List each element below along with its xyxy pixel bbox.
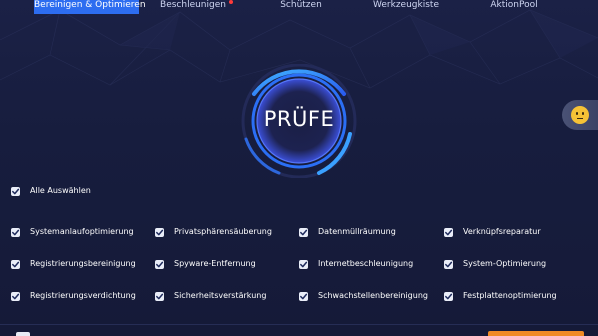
notification-badge-icon bbox=[229, 0, 233, 4]
checkmark-icon bbox=[300, 261, 308, 268]
option-item[interactable]: Systemanlaufoptimierung bbox=[11, 227, 151, 239]
checkbox[interactable] bbox=[155, 260, 164, 269]
tab-label: AktionPool bbox=[490, 0, 538, 10]
option-item[interactable]: Privatsphärensäuberung bbox=[155, 227, 295, 239]
option-label: System-Optimierung bbox=[463, 259, 547, 268]
checkbox[interactable] bbox=[11, 292, 20, 301]
option-label: Datenmüllräumung bbox=[318, 227, 396, 236]
checkmark-icon bbox=[12, 293, 20, 300]
checkmark-icon bbox=[12, 188, 20, 195]
checkmark-icon bbox=[156, 261, 164, 268]
scan-widget: PRÜFE bbox=[234, 64, 364, 178]
option-item[interactable]: Registrierungsverdichtung bbox=[11, 291, 151, 303]
option-item[interactable]: Festplattenoptimierung bbox=[444, 291, 584, 303]
checkmark-icon bbox=[156, 293, 164, 300]
option-label: Spyware-Entfernung bbox=[174, 259, 256, 268]
checkmark-icon bbox=[300, 293, 308, 300]
checkbox[interactable] bbox=[299, 292, 308, 301]
checkmark-icon bbox=[12, 261, 20, 268]
tab-speed-up[interactable]: Beschleunigen bbox=[158, 0, 228, 14]
select-all-label: Alle Auswählen bbox=[30, 186, 91, 195]
checkmark-icon bbox=[445, 261, 453, 268]
checkbox[interactable] bbox=[155, 292, 164, 301]
checkbox[interactable] bbox=[11, 260, 20, 269]
tab-protect[interactable]: Schützen bbox=[276, 0, 326, 14]
option-label: Internetbeschleunigung bbox=[318, 259, 414, 268]
checkmark-icon bbox=[445, 293, 453, 300]
checkbox[interactable] bbox=[444, 260, 453, 269]
option-item[interactable]: Datenmüllräumung bbox=[299, 227, 439, 239]
checkbox[interactable] bbox=[444, 292, 453, 301]
checkbox[interactable] bbox=[444, 228, 453, 237]
tab-label: Bereinigen & Optimieren bbox=[34, 0, 146, 10]
option-label: Privatsphärensäuberung bbox=[174, 227, 272, 236]
app-window: Bereinigen & Optimieren Beschleunigen Sc… bbox=[0, 0, 598, 336]
option-label: Registrierungsbereinigung bbox=[30, 259, 136, 268]
smiley-face-icon bbox=[571, 106, 589, 124]
option-item[interactable]: Spyware-Entfernung bbox=[155, 259, 295, 271]
option-label: Verknüpfsreparatur bbox=[463, 227, 541, 236]
footer-divider bbox=[0, 324, 598, 325]
checkmark-icon bbox=[12, 229, 20, 236]
tab-label: Schützen bbox=[280, 0, 322, 10]
option-item[interactable]: Schwachstellenbereinigung bbox=[299, 291, 439, 303]
checkbox[interactable] bbox=[299, 260, 308, 269]
tab-label: Beschleunigen bbox=[160, 0, 226, 10]
tab-toolbox[interactable]: Werkzeugkiste bbox=[372, 0, 440, 14]
tab-clean-optimize[interactable]: Bereinigen & Optimieren bbox=[34, 0, 146, 14]
checkbox[interactable] bbox=[11, 187, 20, 196]
checkbox[interactable] bbox=[11, 228, 20, 237]
checkbox[interactable] bbox=[155, 228, 164, 237]
footer-checkbox[interactable] bbox=[16, 332, 30, 336]
option-item[interactable]: System-Optimierung bbox=[444, 259, 584, 271]
checkmark-icon bbox=[300, 229, 308, 236]
option-item[interactable]: Sicherheitsverstärkung bbox=[155, 291, 295, 303]
tab-action-pool[interactable]: AktionPool bbox=[487, 0, 541, 14]
option-item[interactable]: Registrierungsbereinigung bbox=[11, 259, 151, 271]
option-label: Sicherheitsverstärkung bbox=[174, 291, 267, 300]
checkbox[interactable] bbox=[299, 228, 308, 237]
option-label: Schwachstellenbereinigung bbox=[318, 291, 428, 300]
checkmark-icon bbox=[156, 229, 164, 236]
option-item[interactable]: Internetbeschleunigung bbox=[299, 259, 439, 271]
option-label: Festplattenoptimierung bbox=[463, 291, 557, 300]
select-all-checkbox[interactable]: Alle Auswählen bbox=[11, 186, 121, 198]
tab-label: Werkzeugkiste bbox=[373, 0, 439, 10]
top-navigation: Bereinigen & Optimieren Beschleunigen Sc… bbox=[0, 0, 598, 14]
option-label: Registrierungsverdichtung bbox=[30, 291, 136, 300]
action-button[interactable] bbox=[488, 331, 584, 336]
scan-label: PRÜFE bbox=[263, 107, 335, 131]
option-item[interactable]: Verknüpfsreparatur bbox=[444, 227, 584, 239]
checkmark-icon bbox=[445, 229, 453, 236]
assistant-tab[interactable] bbox=[562, 100, 598, 130]
option-label: Systemanlaufoptimierung bbox=[30, 227, 134, 236]
